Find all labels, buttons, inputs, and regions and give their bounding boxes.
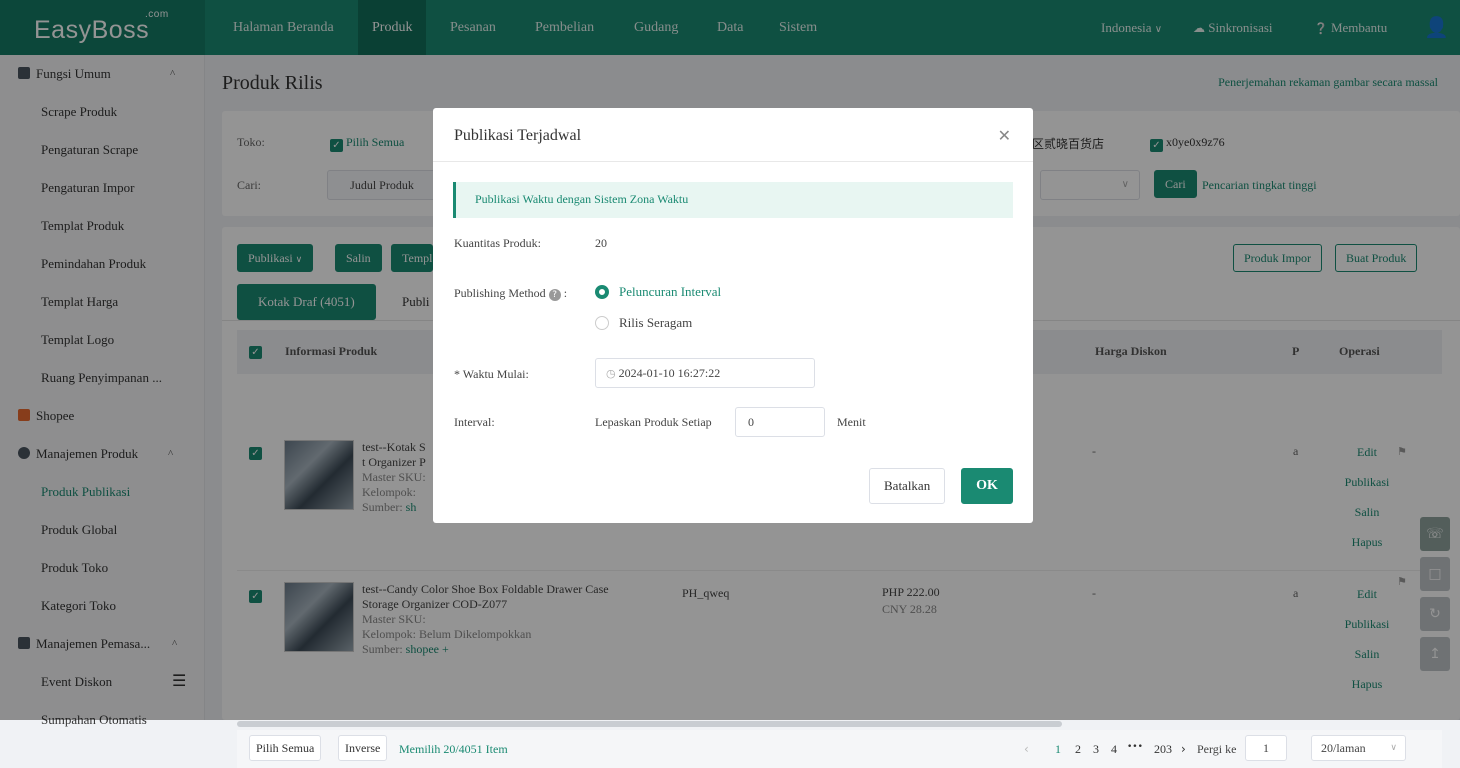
interval-minutes-input[interactable]: 0 [735,407,825,437]
selected-count: Memilih 20/4051 Item [399,742,508,756]
quantity-label: Kuantitas Produk: [454,236,541,250]
timezone-alert: Publikasi Waktu dengan Sistem Zona Waktu [453,182,1013,218]
method-label-text: Publishing Method [454,286,546,300]
radio-checked-icon [595,285,609,299]
cancel-button[interactable]: Batalkan [869,468,946,504]
chevron-down-icon: ∨ [1390,743,1397,753]
clock-icon: ◷ [606,367,616,380]
page-1[interactable]: 1 [1055,742,1061,757]
next-page-icon[interactable]: › [1181,742,1186,756]
inverse-button[interactable]: Inverse [338,735,388,761]
radio-unchecked-icon [595,316,609,330]
page-ellipsis[interactable]: ••• [1127,742,1143,752]
uniform-release-label: Rilis Seragam [619,315,693,330]
dialog-divider [433,161,1033,162]
interval-unit: Menit [837,415,866,429]
radio-uniform-release[interactable]: Rilis Seragam [595,315,692,331]
page-203[interactable]: 203 [1154,742,1172,757]
start-time-label: * Waktu Mulai: [454,367,529,381]
interval-launch-label: Peluncuran Interval [619,284,722,299]
page-size-label: 20/laman [1321,741,1366,755]
quantity-value: 20 [595,236,607,250]
radio-interval-launch[interactable]: Peluncuran Interval [595,284,721,300]
question-icon[interactable]: ? [548,289,561,301]
publishing-method-label: Publishing Method ? : [454,286,568,301]
page-2[interactable]: 2 [1075,742,1081,757]
dialog-title: Publikasi Terjadwal [454,127,582,144]
footer-select-all-button[interactable]: Pilih Semua [249,735,322,761]
start-time-input[interactable]: ◷ 2024-01-10 16:27:22 [595,358,815,388]
ok-button[interactable]: OK [961,468,1013,504]
interval-prefix: Lepaskan Produk Setiap [595,415,712,429]
schedule-publish-dialog: Publikasi Terjadwal ✕ Publikasi Waktu de… [433,108,1033,523]
page-size-select[interactable]: 20/laman ∨ [1311,735,1406,761]
table-footer: Pilih Semua Inverse Memilih 20/4051 Item… [237,730,1442,768]
page-3[interactable]: 3 [1093,742,1099,757]
start-time-value: 2024-01-10 16:27:22 [618,366,721,380]
close-icon[interactable]: ✕ [998,126,1011,145]
prev-page-icon[interactable]: ‹ [1024,742,1029,756]
goto-label: Pergi ke [1197,742,1237,756]
interval-label: Interval: [454,415,495,429]
goto-page-input[interactable]: 1 [1245,735,1287,761]
page-4[interactable]: 4 [1111,742,1117,757]
horizontal-scrollbar[interactable] [237,721,1062,727]
